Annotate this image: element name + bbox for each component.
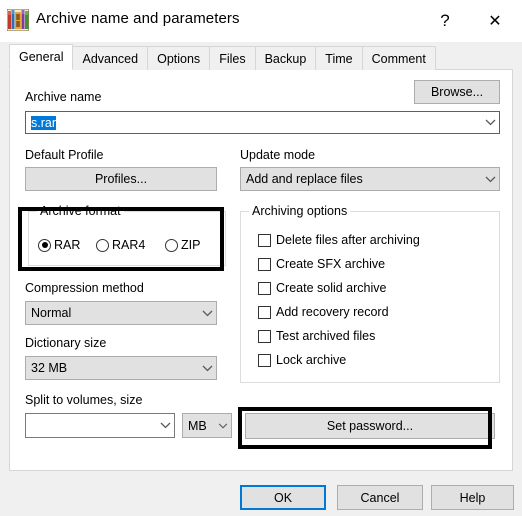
tab-general[interactable]: General (9, 44, 74, 70)
cancel-button-label: Cancel (360, 490, 400, 505)
chevron-down-glyph (202, 365, 213, 371)
set-password-button[interactable]: Set password... (245, 413, 495, 439)
tab-options[interactable]: Options (147, 46, 211, 70)
split-volumes-unit-value: MB (188, 418, 207, 433)
archive-name-input[interactable]: s.rar (25, 111, 500, 134)
default-profile-label: Default Profile (25, 148, 104, 162)
radio-zip-label: ZIP (181, 238, 201, 252)
radio-rar[interactable]: RAR (38, 238, 80, 252)
browse-button[interactable]: Browse... (414, 80, 500, 104)
dictionary-size-select[interactable]: 32 MB (25, 356, 217, 380)
checkbox-box-icon (258, 257, 271, 271)
tab-strip: General Advanced Options Files Backup Ti… (9, 44, 513, 70)
archive-name-text: s.rar (26, 115, 481, 130)
tab-advanced[interactable]: Advanced (72, 46, 149, 70)
chevron-down-glyph (218, 422, 227, 429)
ok-button-label: OK (273, 490, 293, 505)
winrar-books-icon (7, 9, 29, 31)
chevron-down-icon (199, 310, 216, 317)
cancel-button[interactable]: Cancel (337, 485, 423, 510)
radio-dot-icon (96, 238, 109, 252)
checkbox-box-icon (258, 233, 271, 247)
help-button-label: Help (459, 490, 486, 505)
radio-dot-icon (165, 238, 178, 252)
chevron-down-glyph (202, 310, 213, 316)
dictionary-size-label: Dictionary size (25, 336, 107, 350)
compression-method-label: Compression method (25, 281, 144, 295)
tab-strip-filler (434, 46, 513, 70)
set-password-button-label: Set password... (326, 419, 414, 433)
compression-method-value: Normal (31, 306, 72, 320)
update-mode-value: Add and replace files (246, 172, 363, 186)
dictionary-size-value: 32 MB (31, 361, 68, 375)
checkbox-delete-files-after-archiving[interactable]: Delete files after archiving (258, 233, 420, 247)
archiving-options-legend: Archiving options (249, 204, 351, 218)
checkbox-label: Test archived files (276, 329, 376, 343)
update-mode-label: Update mode (240, 148, 316, 162)
chevron-down-icon[interactable] (481, 119, 499, 126)
chevron-down-icon[interactable] (157, 422, 174, 429)
close-icon[interactable]: ✕ (472, 0, 518, 42)
checkbox-label: Add recovery record (276, 305, 389, 319)
chevron-down-icon (199, 365, 216, 372)
checkbox-label: Create SFX archive (276, 257, 386, 271)
archiving-options-group: Archiving options Delete files after arc… (240, 204, 500, 383)
archive-parameters-dialog: Archive name and parameters ? ✕ General … (0, 0, 522, 516)
tab-backup[interactable]: Backup (254, 46, 317, 70)
radio-zip[interactable]: ZIP (165, 238, 200, 252)
profiles-button[interactable]: Profiles... (25, 167, 217, 191)
archive-name-value: s.rar (31, 115, 56, 130)
tab-files[interactable]: Files (209, 46, 256, 70)
checkbox-lock-archive[interactable]: Lock archive (258, 353, 346, 367)
checkbox-box-icon (258, 281, 271, 295)
checkbox-label: Create solid archive (276, 281, 387, 295)
chevron-down-glyph (485, 119, 495, 126)
help-button[interactable]: Help (431, 485, 514, 510)
profiles-button-label: Profiles... (94, 172, 148, 186)
window-title: Archive name and parameters (36, 10, 240, 27)
split-volumes-unit-select[interactable]: MB (182, 413, 232, 438)
radio-dot-icon (38, 238, 51, 252)
checkbox-add-recovery-record[interactable]: Add recovery record (258, 305, 389, 319)
checkbox-create-solid-archive[interactable]: Create solid archive (258, 281, 386, 295)
chevron-down-icon (214, 422, 231, 429)
update-mode-select[interactable]: Add and replace files (240, 167, 500, 191)
tab-label: Options (157, 51, 201, 66)
chevron-down-glyph (160, 422, 171, 429)
radio-rar-label: RAR (54, 238, 81, 252)
tab-label: Comment (371, 51, 426, 66)
checkbox-box-icon (258, 305, 271, 319)
general-tab-page: Archive name Browse... s.rar Default Pro… (9, 69, 513, 471)
tab-label: Time (325, 51, 353, 66)
tab-label: Backup (264, 51, 307, 66)
checkbox-box-icon (258, 353, 271, 367)
archive-format-group: Archive format RAR RAR4 ZIP (28, 204, 226, 266)
tab-time[interactable]: Time (315, 46, 363, 70)
compression-method-select[interactable]: Normal (25, 301, 217, 325)
checkbox-box-icon (258, 329, 271, 343)
checkbox-test-archived-files[interactable]: Test archived files (258, 329, 375, 343)
checkbox-create-sfx-archive[interactable]: Create SFX archive (258, 257, 385, 271)
ok-button[interactable]: OK (240, 485, 326, 510)
checkbox-label: Lock archive (276, 353, 347, 367)
radio-rar4[interactable]: RAR4 (96, 238, 145, 252)
tab-comment[interactable]: Comment (361, 46, 436, 70)
radio-rar4-label: RAR4 (112, 238, 146, 252)
browse-button-label: Browse... (430, 85, 484, 99)
tab-label: Files (219, 51, 246, 66)
title-bar: Archive name and parameters ? ✕ (0, 0, 522, 42)
split-volumes-size-input[interactable] (25, 413, 175, 438)
help-title-button[interactable]: ? (422, 0, 468, 42)
split-volumes-label: Split to volumes, size (25, 393, 143, 407)
chevron-down-icon (482, 176, 499, 183)
chevron-down-glyph (485, 176, 496, 182)
archive-name-label: Archive name (25, 90, 102, 104)
tab-label: Advanced (82, 51, 139, 66)
archive-format-legend: Archive format (37, 204, 124, 218)
tab-label: General (19, 50, 64, 64)
checkbox-label: Delete files after archiving (276, 233, 420, 247)
